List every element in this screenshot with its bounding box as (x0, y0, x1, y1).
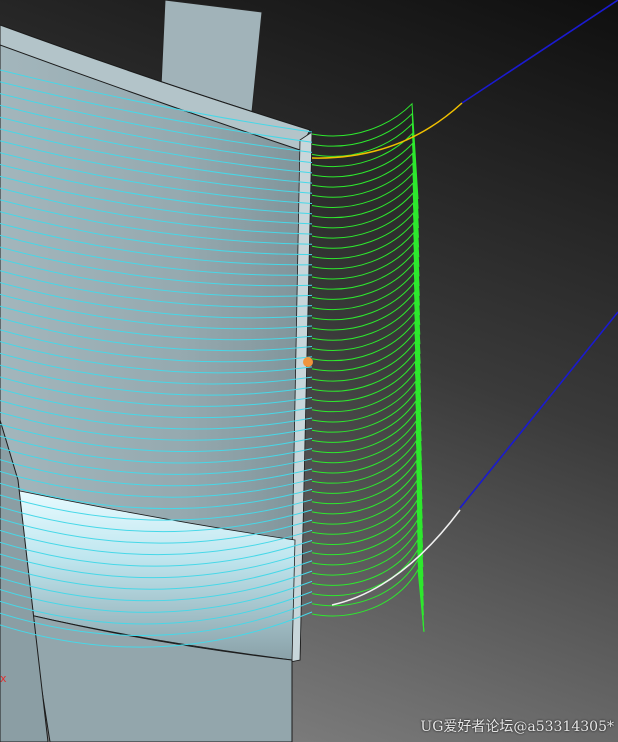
engage-retract-pass (311, 399, 423, 490)
approach-arc[interactable] (311, 102, 463, 159)
engage-retract-pass (311, 310, 422, 403)
engage-retract-pass (311, 112, 419, 209)
graphics-viewport[interactable]: x UG爱好者论坛@a53314305* (0, 0, 618, 742)
engage-retract-pass (311, 211, 420, 306)
engage-retract-pass (311, 290, 421, 383)
engage-retract-pass (311, 498, 424, 587)
engage-retract-pass (311, 251, 421, 345)
engage-retract-pass (311, 508, 424, 596)
engage-retract-toolpath-group[interactable] (311, 102, 425, 633)
start-point-icon[interactable] (303, 357, 313, 367)
rapid-move-upper[interactable] (461, 0, 618, 104)
engage-retract-pass (311, 528, 424, 616)
engage-retract-pass (311, 548, 425, 631)
departure-arc[interactable] (331, 509, 461, 606)
rapid-move-lower[interactable] (459, 311, 618, 509)
watermark: UG爱好者论坛@a53314305* (420, 719, 614, 735)
engage-retract-pass (311, 389, 423, 480)
engage-retract-pass (311, 538, 425, 626)
engage-retract-pass (311, 241, 421, 335)
engage-retract-pass (311, 300, 422, 393)
engage-retract-pass (311, 122, 419, 219)
engage-retract-pass (311, 280, 421, 374)
cam-scene[interactable] (0, 0, 618, 742)
engage-retract-pass (311, 201, 420, 296)
engage-retract-pass (311, 409, 423, 500)
axis-x-mark: x (0, 672, 7, 685)
